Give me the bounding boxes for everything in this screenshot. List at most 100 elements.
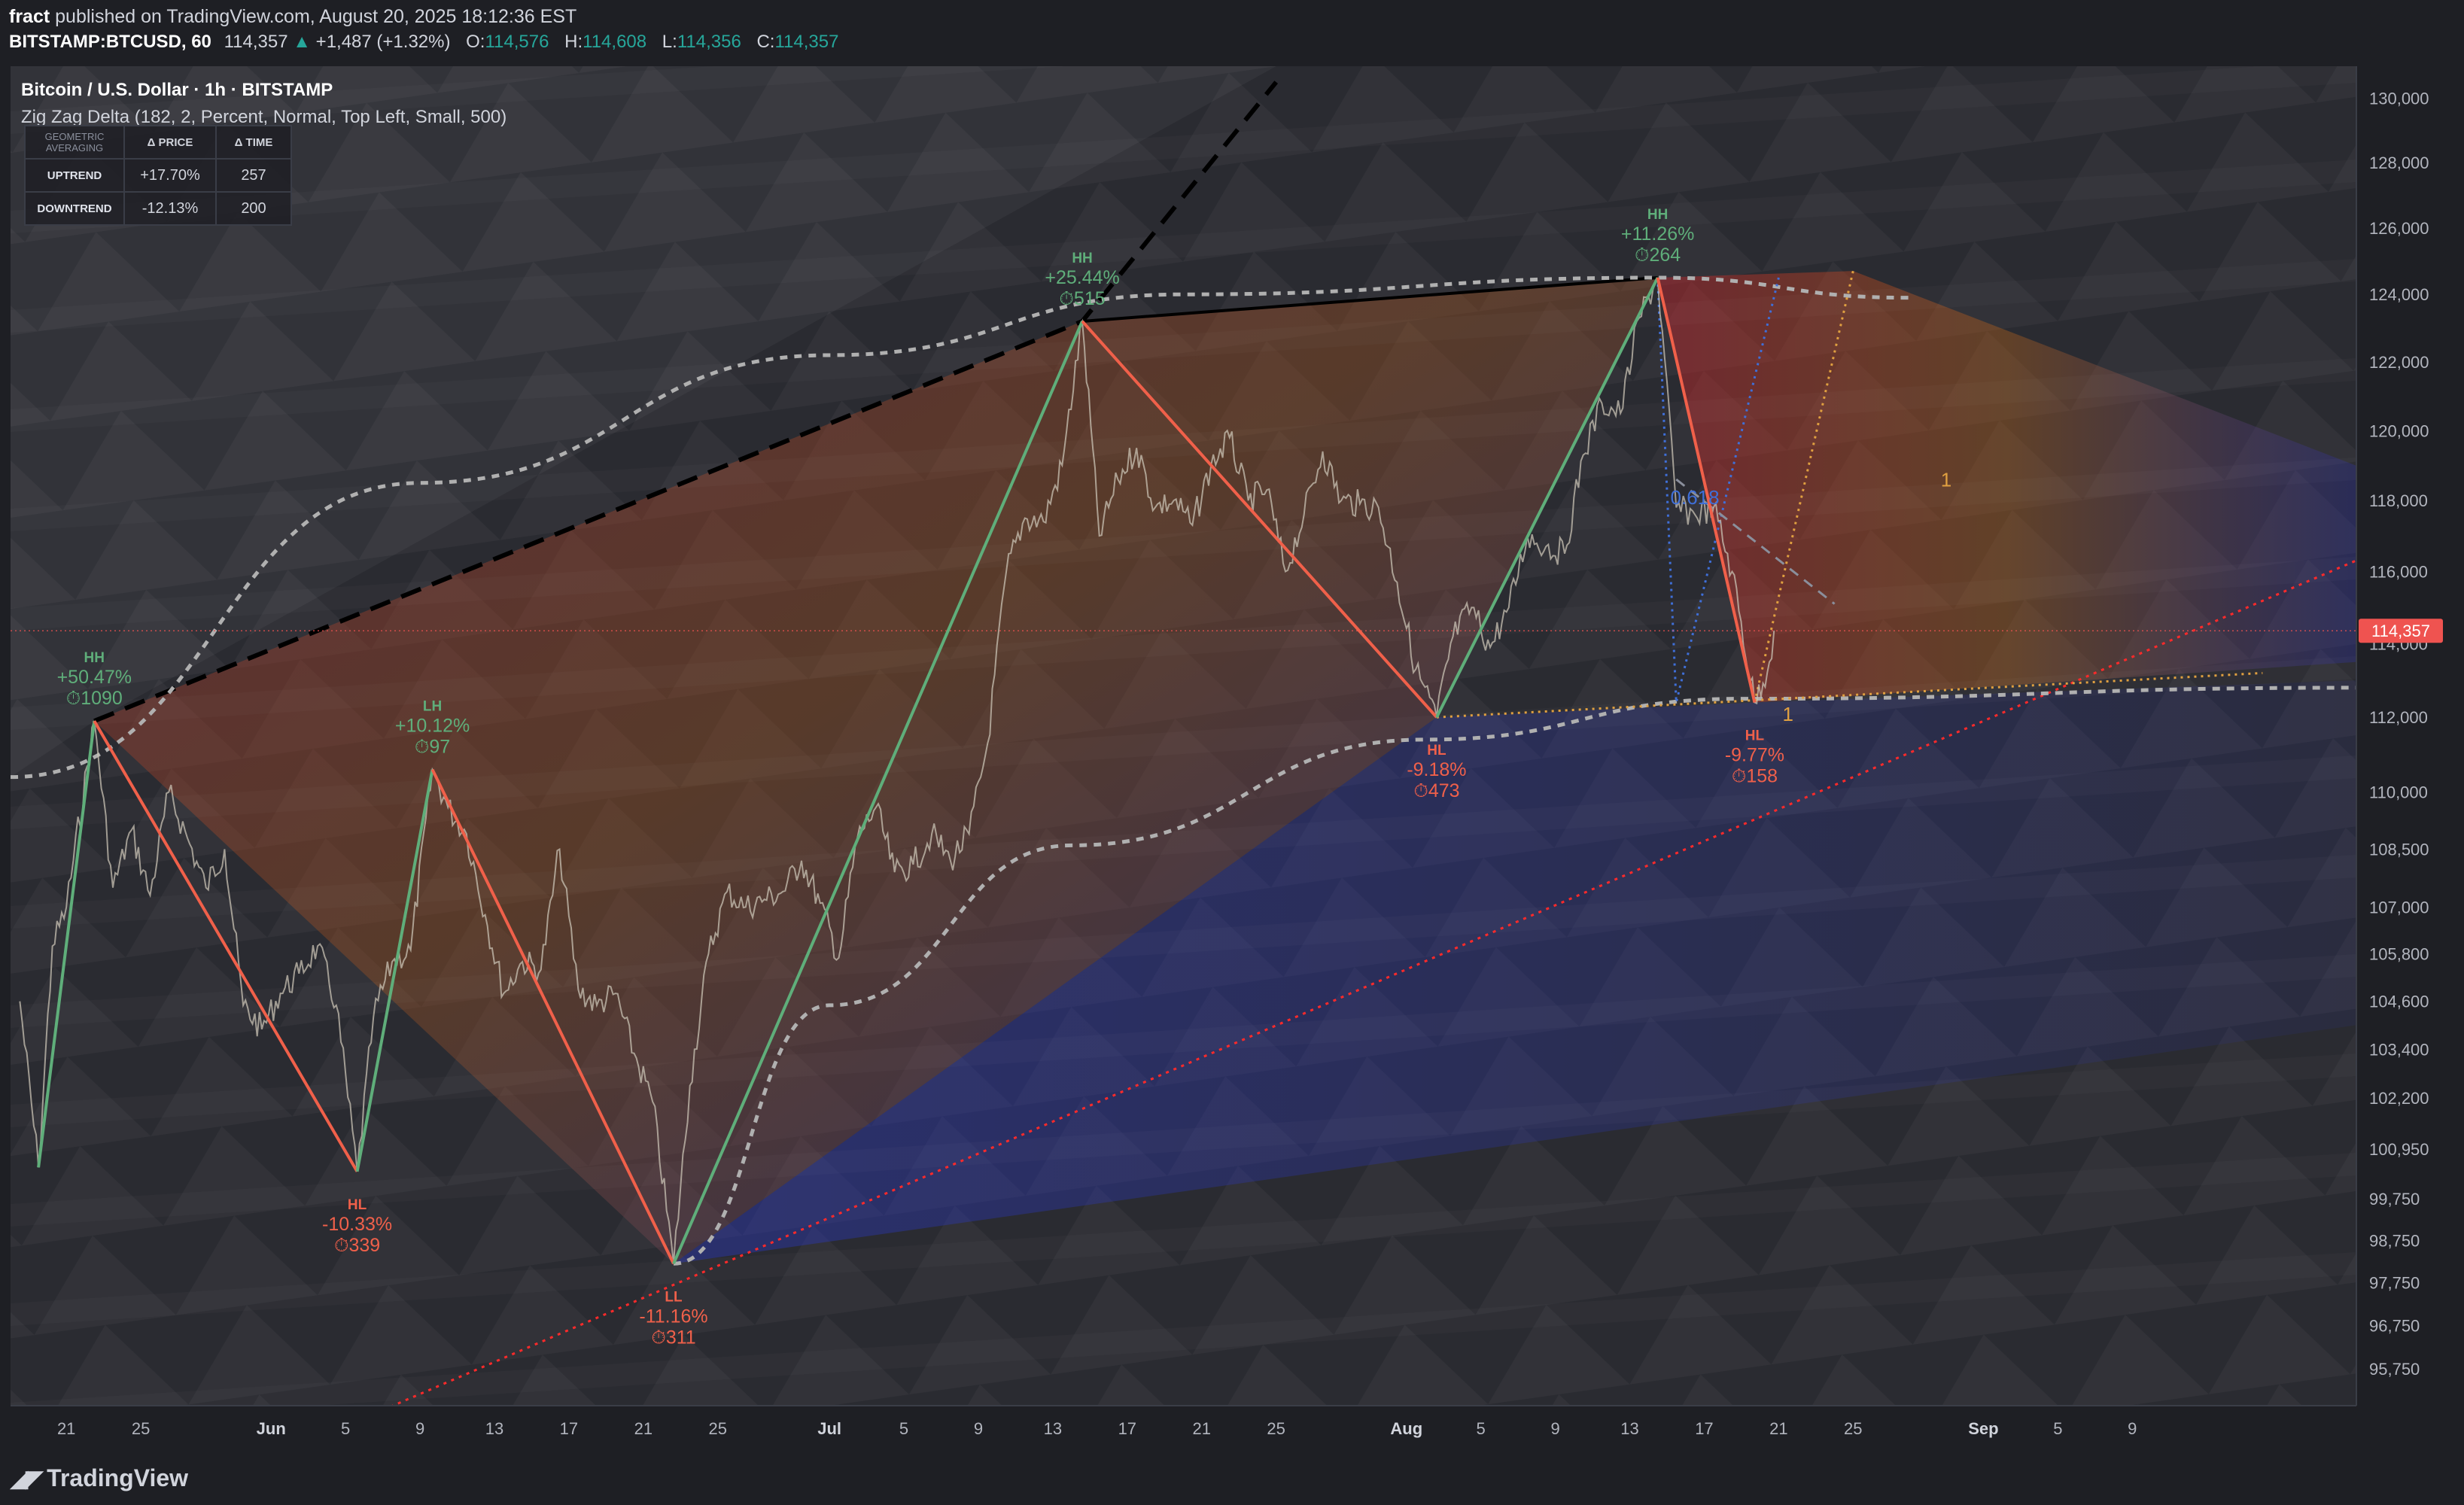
- legend-title[interactable]: Bitcoin / U.S. Dollar · 1h · BITSTAMP: [21, 80, 506, 101]
- tradingview-logo-icon: ◢◤: [11, 1467, 43, 1491]
- x-tick-label: 9: [415, 1419, 424, 1438]
- last-price-badge-text: 114,357: [2371, 622, 2430, 640]
- chart-legend: Bitcoin / U.S. Dollar · 1h · BITSTAMP Zi…: [21, 80, 506, 128]
- price-chart[interactable]: HH+50.47%⏱1090HL-10.33%⏱339LH+10.12%⏱97L…: [0, 63, 2464, 1445]
- pivot-delta-label: +11.26%: [1621, 223, 1695, 245]
- y-tick-label: 97,750: [2369, 1274, 2420, 1293]
- x-tick-label: 25: [1267, 1419, 1285, 1438]
- x-tick-label: 5: [341, 1419, 350, 1438]
- y-tick-label: 105,800: [2369, 945, 2429, 964]
- last-price-badge: 114,357: [2359, 619, 2443, 643]
- stats-row-price: -12.13%: [123, 191, 217, 226]
- x-tick-label: Sep: [1968, 1419, 1998, 1438]
- high-label: H:: [564, 32, 583, 52]
- high-value: 114,608: [583, 32, 647, 52]
- author-name[interactable]: fract: [9, 6, 50, 27]
- x-tick-label: 13: [1044, 1419, 1062, 1438]
- tradingview-logo[interactable]: ◢◤ TradingView: [11, 1464, 188, 1492]
- pivot-type-label: HL: [348, 1197, 367, 1213]
- stats-table: GEOMETRIC AVERAGING Δ PRICE Δ TIME UPTRE…: [24, 125, 292, 226]
- x-tick-label: 9: [2128, 1419, 2137, 1438]
- x-tick-label: 17: [1695, 1419, 1713, 1438]
- header-bar: fract published on TradingView.com, Augu…: [0, 0, 2464, 63]
- x-tick-label: 5: [2053, 1419, 2062, 1438]
- pivot-bars-label: ⏱473: [1413, 780, 1459, 801]
- low-value: 114,356: [677, 32, 741, 52]
- pivot-bars-label: ⏱515: [1059, 288, 1105, 309]
- y-tick-label: 98,750: [2369, 1231, 2420, 1250]
- stats-col-price: Δ PRICE: [123, 125, 217, 160]
- x-tick-label: 25: [1844, 1419, 1862, 1438]
- pivot-bars-label: ⏱311: [651, 1327, 695, 1348]
- x-tick-label: 5: [899, 1419, 908, 1438]
- change-arrow-icon: ▲: [293, 32, 311, 52]
- y-tick-label: 102,200: [2369, 1089, 2429, 1108]
- x-tick-label: 9: [974, 1419, 983, 1438]
- fib-level-label: 1: [1941, 468, 1951, 491]
- publish-line: fract published on TradingView.com, Augu…: [9, 6, 576, 28]
- y-tick-label: 104,600: [2369, 993, 2429, 1011]
- y-tick-label: 128,000: [2369, 154, 2429, 172]
- pivot-bars-label: ⏱158: [1732, 766, 1778, 787]
- pivot-bars-label: ⏱1090: [66, 688, 123, 709]
- y-tick-label: 130,000: [2369, 89, 2429, 108]
- y-tick-label: 103,400: [2369, 1040, 2429, 1059]
- stats-row-uptrend: UPTREND +17.70% 257: [24, 158, 292, 193]
- x-tick-label: 21: [1192, 1419, 1210, 1438]
- x-tick-label: 9: [1550, 1419, 1559, 1438]
- pivot-bars-label: ⏱97: [415, 737, 450, 758]
- y-tick-label: 107,000: [2369, 898, 2429, 917]
- pivot-delta-label: -11.16%: [639, 1306, 707, 1327]
- x-tick-label: 25: [132, 1419, 150, 1438]
- stats-row-label: UPTREND: [24, 158, 125, 193]
- y-tick-label: 116,000: [2369, 562, 2428, 581]
- y-tick-label: 122,000: [2369, 353, 2429, 372]
- pivot-type-label: HL: [1745, 728, 1765, 744]
- x-tick-label: Aug: [1390, 1419, 1422, 1438]
- pivot-bars-label: ⏱339: [334, 1235, 380, 1256]
- x-tick-label: 17: [1118, 1419, 1136, 1438]
- x-tick-label: Jun: [257, 1419, 286, 1438]
- pivot-delta-label: -9.77%: [1725, 745, 1784, 766]
- pivot-type-label: HH: [84, 650, 105, 666]
- stats-row-price: +17.70%: [123, 158, 217, 193]
- stats-col-time: Δ TIME: [215, 125, 292, 160]
- price-change: +1,487 (+1.32%): [315, 32, 451, 52]
- pivot-type-label: LL: [665, 1289, 683, 1305]
- x-tick-label: 21: [57, 1419, 75, 1438]
- y-tick-label: 95,750: [2369, 1360, 2420, 1379]
- open-label: O:: [466, 32, 485, 52]
- open-value: 114,576: [485, 32, 549, 52]
- x-tick-label: 5: [1477, 1419, 1486, 1438]
- y-tick-label: 100,950: [2369, 1140, 2429, 1159]
- x-tick-label: 21: [1769, 1419, 1787, 1438]
- pivot-delta-label: -10.33%: [322, 1214, 392, 1235]
- pivot-type-label: HH: [1647, 207, 1668, 223]
- y-tick-label: 110,000: [2369, 783, 2428, 802]
- pivot-delta-label: +25.44%: [1045, 267, 1119, 288]
- symbol-ticker[interactable]: BITSTAMP:BTCUSD, 60: [9, 32, 211, 52]
- x-tick-label: Jul: [817, 1419, 841, 1438]
- footer-bar: ◢◤ TradingView: [0, 1445, 2464, 1505]
- y-tick-label: 126,000: [2369, 219, 2429, 238]
- stats-row-time: 200: [215, 191, 292, 226]
- x-tick-label: 17: [560, 1419, 578, 1438]
- pivot-type-label: HH: [1072, 251, 1092, 266]
- fib-level-label: 0.618: [1671, 486, 1720, 509]
- close-value: 114,357: [774, 32, 839, 52]
- pivot-type-label: LH: [423, 699, 442, 715]
- brand-text: TradingView: [47, 1464, 189, 1491]
- low-label: L:: [662, 32, 677, 52]
- last-price: 114,357: [224, 32, 288, 52]
- x-tick-label: 21: [634, 1419, 653, 1438]
- stats-row-label: DOWNTREND: [24, 191, 125, 226]
- y-tick-label: 112,000: [2369, 708, 2428, 727]
- y-tick-label: 124,000: [2369, 285, 2429, 304]
- pivot-type-label: HL: [1427, 743, 1446, 759]
- x-tick-label: 13: [1620, 1419, 1638, 1438]
- fib-level-label: 1: [1782, 703, 1793, 725]
- close-label: C:: [756, 32, 775, 52]
- pivot-delta-label: +10.12%: [395, 716, 470, 737]
- stats-corner: GEOMETRIC AVERAGING: [24, 125, 125, 160]
- publish-info: published on TradingView.com, August 20,…: [55, 6, 577, 27]
